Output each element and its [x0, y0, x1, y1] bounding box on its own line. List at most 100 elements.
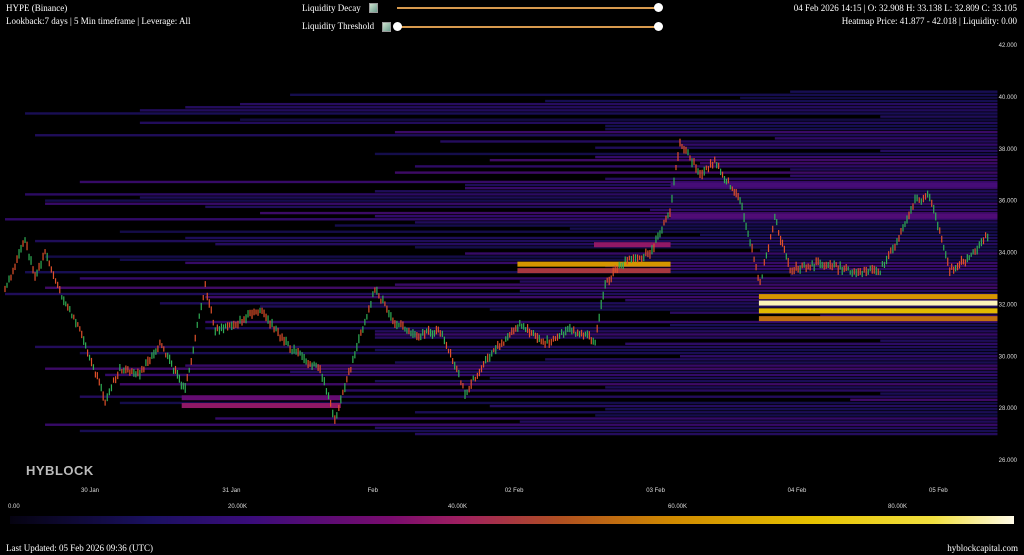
liquidity-band — [605, 407, 998, 411]
liquidity-band — [119, 258, 998, 261]
y-tick-label: 28.000 — [999, 406, 1018, 412]
liquidity-band — [679, 143, 998, 146]
liquidity-band — [790, 90, 998, 93]
liquidity-band — [519, 420, 998, 423]
liquidity-band — [344, 389, 998, 392]
liquidity-band — [205, 205, 998, 209]
heatmap-chart[interactable]: 42.000 40.000 38.000 36.000 34.000 32.000 30.0… — [0, 0, 1024, 500]
liquidity-band — [605, 386, 998, 389]
liquidity-band — [119, 230, 998, 233]
liquidity-band — [394, 283, 998, 286]
liquidity-band — [489, 158, 998, 162]
colorbar-tick-label: 80.00K — [888, 504, 908, 510]
liquidity-band — [700, 162, 998, 165]
colorbar-tick-label: 0.00 — [8, 504, 20, 510]
liquidity-band — [670, 213, 998, 219]
liquidity-band — [700, 233, 998, 237]
liquidity-band — [670, 182, 998, 188]
liquidity-band — [517, 268, 671, 274]
colorbar-tick-label: 60.00K — [668, 504, 688, 510]
liquidity-band — [25, 271, 998, 274]
y-tick-label: 42.000 — [999, 43, 1018, 49]
liquidity-band — [45, 286, 998, 289]
liquidity-band — [758, 308, 998, 314]
liquidity-band — [240, 102, 998, 106]
liquidity-band — [79, 277, 998, 280]
liquidity-band — [880, 392, 998, 395]
x-tick-label: 04 Feb — [788, 488, 807, 494]
liquidity-band — [669, 323, 998, 327]
liquidity-band — [625, 342, 998, 345]
liquidity-band — [595, 155, 998, 159]
liquidity-band — [517, 261, 671, 267]
liquidity-band — [185, 364, 998, 367]
liquidity-band — [374, 333, 998, 336]
y-tick-label: 36.000 — [999, 199, 1018, 205]
liquidity-band — [569, 227, 998, 230]
liquidity-band — [740, 96, 998, 100]
liquidity-band — [35, 134, 998, 137]
liquidity-band — [45, 199, 998, 202]
x-axis: 30 Jan 31 Jan Feb 02 Feb 03 Feb 04 Feb 05 Feb — [81, 488, 948, 494]
liquidity-band — [139, 109, 998, 112]
liquidity-band — [79, 351, 998, 355]
liquidity-band — [374, 426, 998, 430]
x-tick-label: 05 Feb — [929, 488, 948, 494]
liquidity-band — [45, 255, 998, 258]
y-tick-label: 32.000 — [999, 302, 1018, 308]
liquidity-band — [290, 93, 998, 96]
liquidity-band — [79, 429, 998, 433]
liquidity-band — [45, 367, 998, 370]
liquidity-band — [545, 358, 998, 361]
liquidity-bands — [5, 90, 998, 436]
liquidity-band — [240, 118, 998, 121]
liquidity-band — [25, 193, 998, 196]
liquidity-band — [880, 339, 998, 342]
last-updated: Last Updated: 05 Feb 2026 09:36 (UTC) — [6, 543, 153, 553]
y-tick-label: 40.000 — [999, 95, 1018, 101]
liquidity-band — [105, 373, 998, 377]
y-tick-label: 30.000 — [999, 354, 1018, 360]
liquidity-band — [758, 294, 998, 300]
liquidity-band — [649, 208, 998, 212]
colorbar — [10, 516, 1014, 524]
liquidity-band — [414, 432, 998, 436]
liquidity-band — [465, 252, 998, 255]
liquidity-band — [758, 300, 998, 306]
liquidity-band — [45, 202, 998, 205]
hyblock-logo: HYBLOCK — [26, 463, 94, 478]
y-tick-label: 26.000 — [999, 458, 1018, 464]
liquidity-band — [414, 246, 998, 249]
y-tick-label: 34.000 — [999, 251, 1018, 257]
liquidity-band — [374, 190, 998, 193]
liquidity-band — [215, 417, 998, 420]
liquidity-band — [374, 336, 998, 339]
liquidity-band — [790, 168, 998, 171]
liquidity-band — [185, 236, 998, 240]
liquidity-band — [119, 383, 998, 386]
liquidity-band — [605, 124, 998, 128]
x-tick-label: Feb — [368, 488, 379, 494]
liquidity-band — [374, 379, 998, 383]
liquidity-band — [545, 99, 998, 103]
liquidity-band — [45, 423, 998, 426]
liquidity-band — [205, 320, 998, 324]
site-link[interactable]: hyblockcapital.com — [947, 543, 1018, 553]
liquidity-band — [35, 345, 998, 349]
liquidity-band — [489, 404, 998, 408]
y-axis: 42.000 40.000 38.000 36.000 34.000 32.000 30.0… — [999, 43, 1018, 464]
liquidity-band — [414, 411, 998, 414]
liquidity-band — [25, 112, 998, 115]
x-tick-label: 30 Jan — [81, 488, 99, 494]
liquidity-band — [605, 177, 998, 181]
liquidity-band — [850, 398, 998, 402]
liquidity-band — [414, 221, 998, 224]
liquidity-band — [290, 370, 998, 374]
liquidity-band — [880, 149, 998, 153]
liquidity-band — [205, 327, 998, 330]
liquidity-band — [440, 140, 998, 143]
colorbar-tick-label: 20.00K — [228, 504, 248, 510]
liquidity-band — [880, 115, 998, 118]
liquidity-band — [790, 274, 998, 277]
y-tick-label: 38.000 — [999, 147, 1018, 153]
